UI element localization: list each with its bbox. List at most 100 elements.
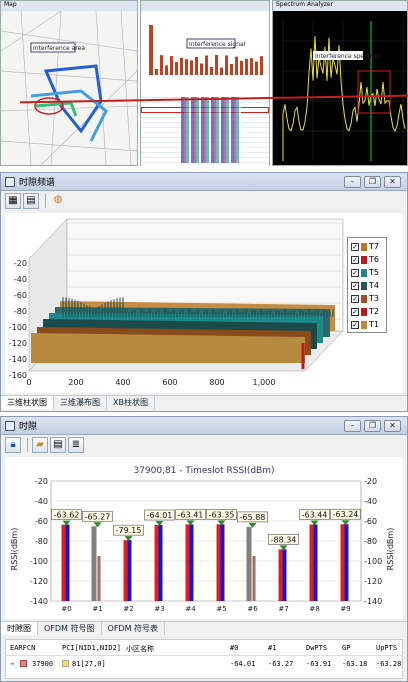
y-tick-label: -160 bbox=[9, 371, 27, 380]
timeslot-tabs: 时隙图 OFDM 符号图 OFDM 符号表 bbox=[1, 621, 407, 635]
checkbox-icon[interactable]: ✓ bbox=[351, 255, 359, 264]
bar bbox=[189, 524, 194, 601]
minimize-button[interactable]: – bbox=[344, 420, 361, 432]
legend-item[interactable]: ✓ T5 bbox=[351, 266, 383, 279]
checkbox-icon[interactable]: ✓ bbox=[351, 281, 359, 290]
waterfall-tabs: 三维柱状图 三维瀑布图 XB柱状图 bbox=[1, 395, 407, 409]
x-tick-label: #7 bbox=[278, 605, 288, 613]
bar-secondary bbox=[97, 556, 101, 601]
y-tick-label: -80 bbox=[14, 307, 27, 316]
y-tick-label: -140 bbox=[364, 597, 382, 606]
color-settings-icon[interactable]: ◍ bbox=[50, 193, 66, 209]
small-bar bbox=[220, 67, 223, 75]
small-bar bbox=[195, 56, 198, 75]
x-tick-label: 1,000 bbox=[253, 378, 276, 387]
legend-item[interactable]: ✓ T3 bbox=[351, 292, 383, 305]
y-tick-label: -60 bbox=[35, 517, 48, 526]
x-tick-label: 200 bbox=[68, 378, 83, 387]
x-tick-label: 600 bbox=[162, 378, 177, 387]
waterfall-chart-area: -20 -40 -60 -80 -100 -120 -140 -160 0 200 400 600 8… bbox=[5, 213, 403, 393]
tab-ofdm-symbol-chart[interactable]: OFDM 符号图 bbox=[38, 622, 102, 635]
legend-item[interactable]: ✓ T2 bbox=[351, 305, 383, 318]
small-bar bbox=[225, 55, 228, 75]
y-tick-label: -120 bbox=[9, 339, 27, 348]
small-bar bbox=[205, 55, 208, 75]
timeslot-chart-area: 37900,81 - Timeslot RSSI(dBm) RSSI(dBm) … bbox=[5, 457, 403, 619]
legend-label: T1 bbox=[369, 320, 379, 329]
tab-xb-bar[interactable]: XB柱状图 bbox=[107, 396, 155, 409]
tab-3d-bar[interactable]: 三维柱状图 bbox=[1, 396, 54, 409]
folder-icon[interactable]: ▰ bbox=[32, 437, 48, 453]
waterfall-title: 时隙频谱 bbox=[19, 178, 56, 188]
lock-icon[interactable]: 🔒︎ bbox=[5, 437, 21, 453]
y-axis-label-left: RSSI(dBm) bbox=[10, 528, 19, 571]
checkbox-icon[interactable]: ✓ bbox=[351, 268, 359, 277]
cell-uppts: -63.28 bbox=[376, 660, 402, 668]
cell-slot1: -63.27 bbox=[268, 660, 294, 668]
timeslot-chart: 37900,81 - Timeslot RSSI(dBm) RSSI(dBm) … bbox=[10, 466, 395, 613]
restore-button[interactable]: ❐ bbox=[364, 176, 381, 188]
checkbox-icon[interactable]: ✓ bbox=[351, 242, 359, 251]
small-bar bbox=[240, 60, 243, 75]
checkbox-icon[interactable]: ✓ bbox=[351, 320, 359, 329]
y-tick-label: -60 bbox=[364, 517, 377, 526]
legend-item[interactable]: ✓ T4 bbox=[351, 279, 383, 292]
bar bbox=[344, 524, 349, 601]
legend-swatch bbox=[361, 242, 367, 251]
data-label: -63.24 bbox=[333, 510, 359, 519]
table-row[interactable]: ➔ 37900 81[27,0] -64.01 -63.27 -63.91 -6… bbox=[6, 656, 402, 672]
col-gp: GP bbox=[342, 644, 351, 652]
data-label: -88.34 bbox=[271, 535, 297, 544]
bar bbox=[313, 524, 318, 601]
table-icon[interactable]: ▤ bbox=[50, 437, 66, 453]
col-cell-name: 小区名称 bbox=[126, 645, 154, 653]
x-tick-label: #4 bbox=[185, 605, 196, 613]
map-panel: Map Interference area bbox=[0, 0, 138, 166]
table-icon[interactable]: ▤ bbox=[23, 193, 39, 209]
expand-arrow-icon[interactable]: ➔ bbox=[10, 660, 14, 668]
tab-ofdm-symbol-table[interactable]: OFDM 符号表 bbox=[102, 622, 166, 635]
x-tick-label: 400 bbox=[115, 378, 130, 387]
legend-item[interactable]: ✓ T7 bbox=[351, 240, 383, 253]
legend-swatch bbox=[361, 281, 367, 290]
data-label: -63.62 bbox=[54, 511, 80, 520]
y-tick-label: -120 bbox=[364, 577, 382, 586]
small-bar bbox=[200, 63, 203, 75]
table-header: EARFCN PCI[NID1,NID2] 小区名称 #0 #1 DwPTS G… bbox=[6, 640, 402, 656]
tab-timeslot[interactable]: 时隙图 bbox=[1, 622, 38, 635]
grid-icon[interactable]: ▦ bbox=[5, 193, 21, 209]
bar-secondary bbox=[252, 556, 256, 601]
legend-item[interactable]: ✓ T1 bbox=[351, 318, 383, 331]
checkbox-icon[interactable]: ✓ bbox=[351, 294, 359, 303]
map-label: Interference area bbox=[33, 45, 85, 52]
x-tick-label: #1 bbox=[92, 605, 102, 613]
map-title: Map bbox=[1, 1, 137, 11]
small-bar bbox=[165, 65, 168, 75]
minimize-button[interactable]: – bbox=[344, 176, 361, 188]
restore-button[interactable]: ❐ bbox=[364, 420, 381, 432]
x-tick-label: #6 bbox=[247, 605, 258, 613]
tab-3d-waterfall[interactable]: 三维瀑布图 bbox=[54, 396, 107, 409]
col-earfcn: EARFCN bbox=[10, 644, 36, 652]
legend-item[interactable]: ✓ T6 bbox=[351, 253, 383, 266]
small-bar bbox=[170, 56, 173, 75]
window-icon bbox=[5, 176, 15, 187]
checkbox-icon[interactable]: ✓ bbox=[351, 307, 359, 316]
legend-label: T4 bbox=[369, 281, 379, 290]
chart-title: 37900,81 - Timeslot RSSI(dBm) bbox=[133, 466, 274, 476]
legend-swatch bbox=[361, 255, 367, 264]
y-tick-label: -140 bbox=[30, 597, 48, 606]
y-tick-label: -140 bbox=[9, 355, 27, 364]
legend-swatch bbox=[361, 268, 367, 277]
close-button[interactable]: ✕ bbox=[384, 176, 401, 188]
legend-swatch bbox=[361, 307, 367, 316]
bar bbox=[278, 549, 283, 601]
data-label: -63.44 bbox=[302, 510, 328, 519]
x-tick-label: #0 bbox=[61, 605, 71, 613]
bar bbox=[91, 526, 97, 601]
close-button[interactable]: ✕ bbox=[384, 420, 401, 432]
legend-swatch bbox=[361, 294, 367, 303]
bar bbox=[61, 524, 66, 601]
list-icon[interactable]: ≣ bbox=[68, 437, 84, 453]
small-bar bbox=[180, 57, 183, 75]
